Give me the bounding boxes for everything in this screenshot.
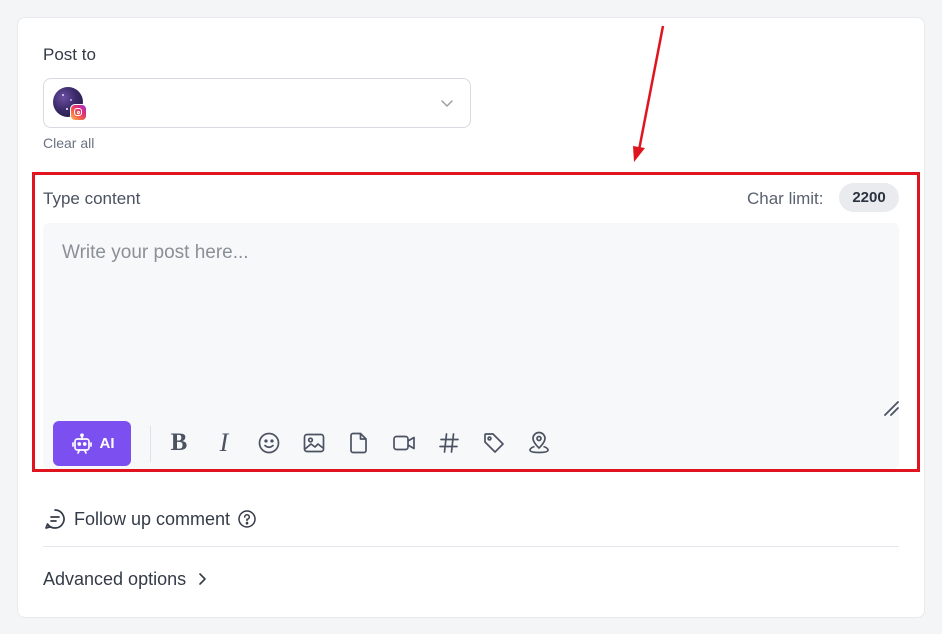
chevron-down-icon [441, 100, 453, 107]
follow-up-comment[interactable]: Follow up comment [43, 507, 257, 531]
clear-all-link[interactable]: Clear all [43, 135, 94, 151]
post-to-label: Post to [43, 45, 96, 64]
highlight-box [32, 172, 920, 472]
advanced-options[interactable]: Advanced options [43, 567, 208, 591]
instagram-icon [70, 104, 87, 121]
account-select[interactable] [43, 78, 471, 128]
help-icon[interactable] [237, 509, 257, 529]
section-divider [43, 546, 899, 547]
comment-icon [45, 509, 65, 529]
follow-up-label: Follow up comment [74, 508, 231, 529]
chevron-right-icon [199, 573, 206, 585]
advanced-options-label: Advanced options [43, 568, 187, 589]
